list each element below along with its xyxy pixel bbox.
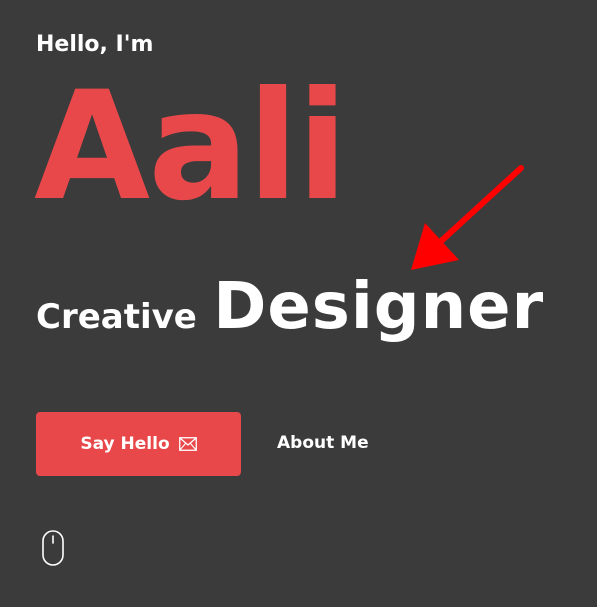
hero-role-line: Creative Designer — [36, 270, 544, 344]
say-hello-label: Say Hello — [80, 434, 170, 454]
about-me-link[interactable]: About Me — [277, 430, 369, 456]
mail-icon — [178, 437, 197, 451]
hero-greeting: Hello, I'm — [36, 32, 154, 57]
say-hello-button[interactable]: Say Hello — [36, 412, 241, 476]
hero-name: Aali — [34, 60, 348, 234]
role-prefix: Creative — [36, 297, 197, 337]
role-title: Designer — [213, 270, 545, 344]
mouse-icon[interactable] — [42, 530, 64, 566]
arrow-icon — [400, 160, 530, 275]
